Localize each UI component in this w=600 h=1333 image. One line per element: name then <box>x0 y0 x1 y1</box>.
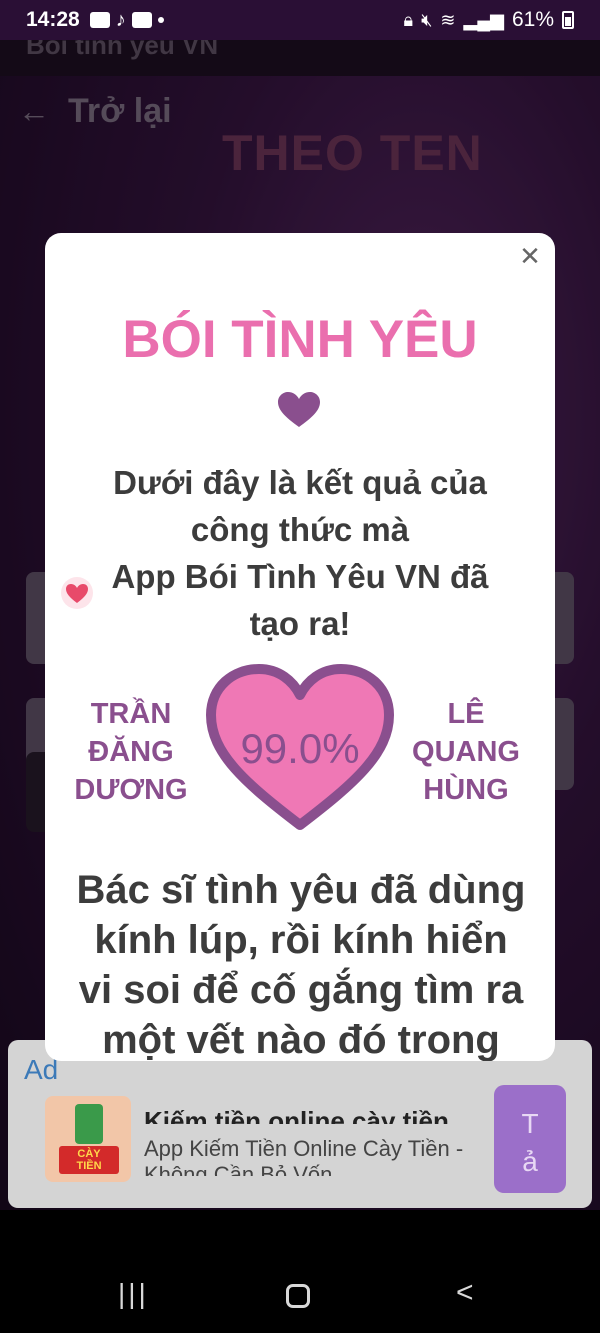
intro-line: công thức mà <box>190 511 410 548</box>
gallery-icon <box>89 12 110 28</box>
result-line: vi soi để cố gắng tìm ra <box>78 968 524 1012</box>
first-person-name: TRẦN ĐĂNG DƯƠNG <box>65 695 197 809</box>
recent-apps-icon[interactable]: ||| <box>118 1278 149 1310</box>
intro-line: tạo ra! <box>249 605 351 642</box>
result-dialog: ✕ BÓI TÌNH YÊU Dưới đây là kết quả của c… <box>45 233 555 1061</box>
more-notifications-icon <box>157 17 164 23</box>
name-part: DƯƠNG <box>74 774 188 806</box>
second-person-name: LÊ QUANG HÙNG <box>401 695 531 809</box>
close-icon[interactable]: ✕ <box>517 243 543 269</box>
name-part: ĐĂNG <box>88 736 174 768</box>
battery-icon <box>562 11 574 29</box>
name-part: HÙNG <box>423 774 509 806</box>
dialog-title: BÓI TÌNH YÊU <box>122 310 478 369</box>
system-nav-bar: ||| < <box>0 1210 600 1333</box>
system-icons: 🔒︎ 🔇︎ ≋ ▂▄▆ 61% <box>403 8 574 32</box>
name-part: QUANG <box>412 736 520 768</box>
app-logo-icon <box>61 577 93 609</box>
notification-icons: ♪ <box>89 8 164 32</box>
youtube-icon <box>131 12 152 28</box>
match-percentage: 99.0% <box>240 725 360 772</box>
back-nav-icon[interactable]: < <box>456 1276 474 1310</box>
result-line: một vết nào đó trong <box>102 1018 500 1061</box>
result-line: Bác sĩ tình yêu đã dùng <box>76 868 526 912</box>
battery-percent: 61% <box>511 8 554 31</box>
ad-cta-label: Tả <box>521 1108 539 1177</box>
name-part: TRẦN <box>90 698 172 730</box>
intro-line: App Bói Tình Yêu VN đã <box>111 558 489 595</box>
status-time: 14:28 <box>26 8 80 31</box>
home-icon[interactable] <box>286 1284 310 1308</box>
ad-banner[interactable]: Ad CÀY TIỀN Kiếm tiền online cày tiền App… <box>8 1040 592 1208</box>
signal-icon: ▂▄▆ <box>463 9 504 30</box>
ad-headline[interactable]: Kiếm tiền online cày tiền <box>144 1102 489 1124</box>
ad-sign-image: CÀY TIỀN <box>59 1146 119 1174</box>
result-description: Bác sĩ tình yêu đã dùng kính lúp, rồi kí… <box>71 865 531 1061</box>
result-line: kính lúp, rồi kính hiển <box>94 918 508 962</box>
tiktok-icon: ♪ <box>115 8 126 31</box>
phone-icon <box>75 1104 103 1144</box>
status-bar: 14:28 ♪ 🔒︎ 🔇︎ ≋ ▂▄▆ 61% <box>0 0 600 40</box>
mute-icon: 🔇︎ <box>421 9 433 30</box>
name-part: LÊ <box>447 698 485 730</box>
wifi-icon: ≋ <box>440 9 456 30</box>
lock-icon: 🔒︎ <box>403 9 414 30</box>
intro-line: Dưới đây là kết quả của <box>113 464 487 501</box>
intro-text: Dưới đây là kết quả của công thức mà App… <box>75 459 525 647</box>
small-heart-icon <box>278 392 320 427</box>
ad-thumbnail[interactable]: CÀY TIỀN <box>45 1096 131 1182</box>
ad-install-button[interactable]: Tả <box>494 1085 566 1193</box>
ad-description: App Kiếm Tiền Online Cày Tiền - Không Cầ… <box>144 1136 464 1176</box>
